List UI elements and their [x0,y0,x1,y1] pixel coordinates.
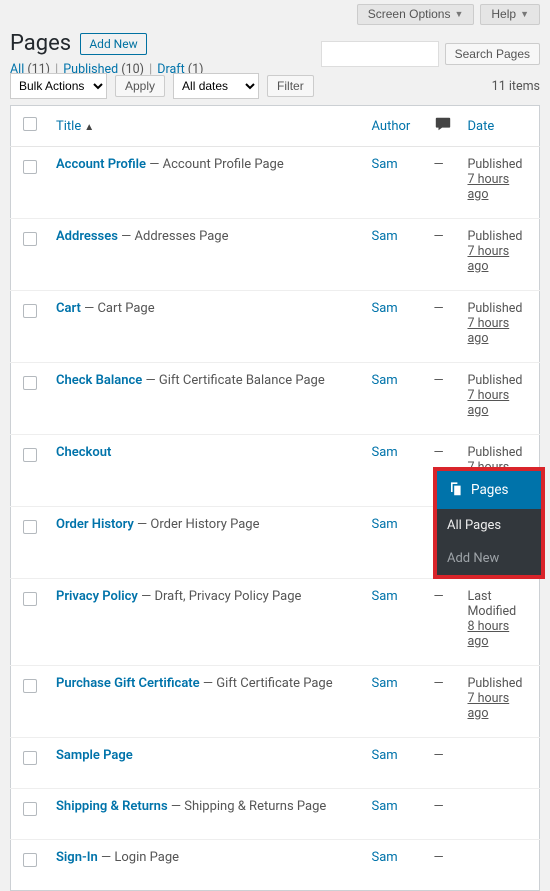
row-desc: — Draft, Privacy Policy Page [138,589,302,604]
row-title-link[interactable]: Shipping & Returns [56,799,168,814]
col-title[interactable]: Title▲ [48,106,364,147]
row-date: Last Modified8 hours ago [460,579,540,666]
row-checkbox[interactable] [23,802,37,816]
col-comments[interactable] [426,106,460,147]
row-date: Published7 hours ago [460,291,540,363]
table-row: Purchase Gift Certificate — Gift Certifi… [11,666,540,738]
table-row: Privacy Policy — Draft, Privacy Policy P… [11,579,540,666]
row-desc: — Account Profile Page [146,157,284,172]
row-checkbox[interactable] [23,448,37,462]
row-comments: — [426,579,460,666]
chevron-down-icon: ▼ [454,9,463,19]
author-link[interactable]: Sam [372,157,398,172]
row-desc: — Gift Certificate Balance Page [142,373,324,388]
row-title-link[interactable]: Checkout [56,445,111,460]
row-desc: — Shipping & Returns Page [168,799,327,814]
row-comments: — [426,291,460,363]
row-date: Published7 hours ago [460,666,540,738]
row-title-link[interactable]: Addresses [56,229,118,244]
table-row: Addresses — Addresses Page Sam —Published7… [11,219,540,291]
filter-button[interactable]: Filter [267,75,314,97]
chevron-down-icon: ▼ [520,9,529,19]
help-button[interactable]: Help ▼ [480,4,540,25]
author-link[interactable]: Sam [372,676,398,691]
sort-asc-icon: ▲ [84,122,94,133]
author-link[interactable]: Sam [372,445,398,460]
row-title-link[interactable]: Cart [56,301,81,316]
row-desc: — Login Page [98,850,179,865]
screen-options-label: Screen Options [368,7,451,21]
row-title-link[interactable]: Sign-In [56,850,98,865]
screen-options-button[interactable]: Screen Options ▼ [357,4,475,25]
row-checkbox[interactable] [23,679,37,693]
row-checkbox[interactable] [23,520,37,534]
row-checkbox[interactable] [23,160,37,174]
row-title-link[interactable]: Privacy Policy [56,589,138,604]
author-link[interactable]: Sam [372,799,398,814]
table-row: Sample Page Sam — [11,738,540,789]
table-row: Account Profile — Account Profile Page Sa… [11,147,540,219]
row-title-link[interactable]: Sample Page [56,748,133,763]
author-link[interactable]: Sam [372,748,398,763]
items-count: 11 items [492,79,540,94]
author-link[interactable]: Sam [372,373,398,388]
row-checkbox[interactable] [23,376,37,390]
select-all-checkbox[interactable] [23,117,37,131]
author-link[interactable]: Sam [372,229,398,244]
table-row: Cart — Cart Page Sam —Published7 hours ago [11,291,540,363]
add-new-button[interactable]: Add New [80,33,146,55]
row-comments: — [426,789,460,840]
row-comments: — [426,219,460,291]
search-input[interactable] [321,41,439,67]
author-link[interactable]: Sam [372,517,398,532]
table-row: Check Balance — Gift Certificate Balance… [11,363,540,435]
row-checkbox[interactable] [23,853,37,867]
row-desc: — Gift Certificate Page [200,676,333,691]
bulk-actions-select[interactable]: Bulk Actions [10,73,107,99]
author-link[interactable]: Sam [372,301,398,316]
row-title-link[interactable]: Order History [56,517,134,532]
row-desc: — Cart Page [81,301,155,316]
row-checkbox[interactable] [23,592,37,606]
table-row: Sign-In — Login Page Sam — [11,840,540,891]
row-checkbox[interactable] [23,232,37,246]
row-date [460,738,540,789]
row-date [460,840,540,891]
row-date [460,789,540,840]
row-comments: — [426,840,460,891]
comment-icon [434,122,452,137]
author-link[interactable]: Sam [372,589,398,604]
admin-menu-pages: Pages All Pages Add New [433,467,545,579]
row-desc: — Order History Page [134,517,260,532]
row-date: Published7 hours ago [460,219,540,291]
row-title-link[interactable]: Purchase Gift Certificate [56,676,200,691]
search-button[interactable]: Search Pages [445,43,540,65]
row-comments: — [426,666,460,738]
col-author[interactable]: Author [364,106,426,147]
apply-button[interactable]: Apply [115,75,165,97]
row-comments: — [426,147,460,219]
pages-icon [447,480,463,500]
page-title: Pages [10,31,71,56]
row-title-link[interactable]: Account Profile [56,157,146,172]
row-comments: — [426,363,460,435]
row-desc: — Addresses Page [118,229,229,244]
admin-menu-add-new[interactable]: Add New [437,542,541,575]
author-link[interactable]: Sam [372,850,398,865]
row-checkbox[interactable] [23,751,37,765]
admin-menu-all-pages[interactable]: All Pages [437,509,541,542]
row-title-link[interactable]: Check Balance [56,373,142,388]
date-filter-select[interactable]: All dates [173,73,259,99]
help-label: Help [491,7,516,21]
col-date[interactable]: Date [460,106,540,147]
row-date: Published7 hours ago [460,363,540,435]
row-comments: — [426,738,460,789]
admin-menu-pages-label: Pages [471,482,509,498]
row-checkbox[interactable] [23,304,37,318]
table-row: Shipping & Returns — Shipping & Returns … [11,789,540,840]
admin-menu-pages-head[interactable]: Pages [437,471,541,509]
row-date: Published7 hours ago [460,147,540,219]
